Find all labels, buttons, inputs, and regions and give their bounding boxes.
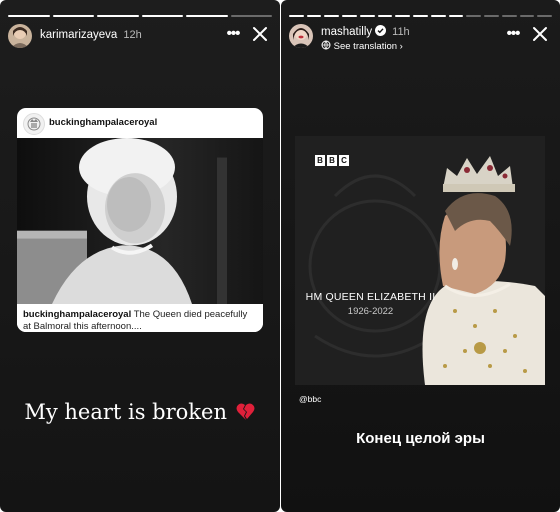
story-header: mashatilly 11h See translation › ••• <box>289 24 550 52</box>
progress-segment <box>484 15 499 17</box>
progress-segment <box>537 15 553 17</box>
story-text: My heart is broken <box>0 400 280 424</box>
more-options-icon[interactable]: ••• <box>504 25 522 43</box>
card-title: HM QUEEN ELIZABETH II <box>305 291 436 303</box>
avatar[interactable] <box>289 24 313 48</box>
card-years: 1926-2022 <box>347 306 394 317</box>
progress-segment <box>8 15 50 17</box>
chevron-right-icon: › <box>399 41 403 52</box>
progress-segment <box>413 15 428 17</box>
progress-segment <box>395 15 411 17</box>
progress-segment <box>448 15 464 17</box>
close-icon[interactable] <box>530 24 550 44</box>
progress-segment <box>519 15 535 17</box>
progress-segment <box>430 15 446 17</box>
progress-segment <box>230 15 272 17</box>
progress-segment <box>52 15 94 17</box>
timestamp: 11h <box>392 26 410 38</box>
bbc-logo: B B C <box>315 155 349 166</box>
progress-segment <box>289 15 304 17</box>
queen-portrait-image <box>295 136 545 385</box>
username[interactable]: mashatilly 11h <box>321 25 410 38</box>
progress-segment <box>466 15 482 17</box>
story-panel-left[interactable]: karimarizayeva 12h ••• buckinghampalacero… <box>0 0 280 512</box>
post-caption: buckinghampalaceroyal The Queen died pea… <box>17 304 263 332</box>
bbc-announcement-card[interactable]: B B C HM QUEEN ELIZABETH II 1926-2022 <box>295 136 545 385</box>
story-progress-bar <box>289 15 553 17</box>
post-account-name[interactable]: buckinghampalaceroyal <box>49 117 157 128</box>
avatar[interactable] <box>8 24 32 48</box>
close-icon[interactable] <box>250 24 270 44</box>
royal-crest-avatar <box>23 113 45 135</box>
globe-icon <box>321 40 331 50</box>
more-options-icon[interactable]: ••• <box>224 25 242 43</box>
progress-segment <box>377 15 393 17</box>
progress-segment <box>306 15 322 17</box>
bbc-mention-tag[interactable]: @bbc <box>299 394 321 404</box>
story-header: karimarizayeva 12h ••• <box>8 24 270 48</box>
progress-segment <box>359 15 375 17</box>
progress-segment <box>141 15 183 17</box>
story-progress-bar <box>8 15 272 17</box>
progress-segment <box>501 15 517 17</box>
verified-badge-icon <box>375 25 387 36</box>
progress-segment <box>97 15 139 17</box>
username[interactable]: karimarizayeva 12h <box>40 29 142 41</box>
progress-segment <box>186 15 228 17</box>
reposted-post-card[interactable]: buckinghampalaceroyal buckinghampalacero… <box>17 108 263 332</box>
caption-username[interactable]: buckinghampalaceroyal <box>23 309 131 320</box>
queen-portrait-photo <box>17 138 263 304</box>
progress-segment <box>324 15 340 17</box>
progress-segment <box>342 15 357 17</box>
story-caption: Конец целой эры <box>356 430 485 447</box>
see-translation-link[interactable]: See translation › <box>321 40 403 52</box>
broken-heart-icon <box>236 403 255 420</box>
post-header: buckinghampalaceroyal <box>17 108 263 138</box>
timestamp: 12h <box>123 29 142 41</box>
